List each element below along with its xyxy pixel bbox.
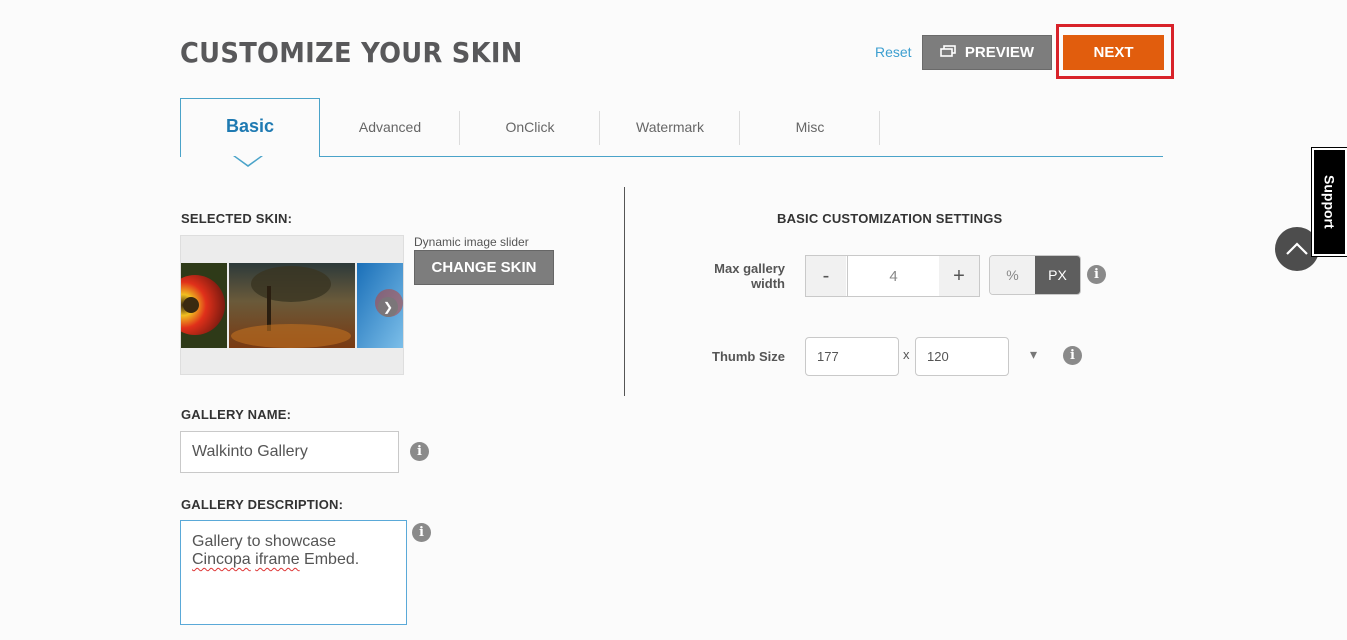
thumb-size-dropdown-arrow-icon[interactable]: ▾ xyxy=(1030,346,1037,363)
preview-icon xyxy=(940,44,956,61)
decrement-button[interactable]: - xyxy=(806,256,846,296)
tab-advanced[interactable]: Advanced xyxy=(320,98,460,156)
label-line: Max gallery xyxy=(714,261,785,276)
next-button[interactable]: NEXT xyxy=(1063,35,1164,70)
basic-settings-heading: BASIC CUSTOMIZATION SETTINGS xyxy=(777,211,1003,226)
unit-px-option[interactable]: PX xyxy=(1035,256,1080,294)
tab-divider xyxy=(879,111,880,145)
gallery-description-label: GALLERY DESCRIPTION: xyxy=(181,497,344,512)
thumb-size-info-icon[interactable]: i xyxy=(1063,346,1082,365)
change-skin-button[interactable]: CHANGE SKIN xyxy=(414,250,554,285)
thumb-size-separator: x xyxy=(903,347,910,362)
column-divider xyxy=(624,187,625,396)
max-gallery-width-label: Max gallery width xyxy=(690,261,785,291)
selected-skin-label: SELECTED SKIN: xyxy=(181,211,293,226)
unit-percent-option[interactable]: % xyxy=(990,256,1035,294)
skin-name: Dynamic image slider xyxy=(414,235,529,249)
description-line: Gallery to showcase xyxy=(192,533,337,550)
gallery-name-label: GALLERY NAME: xyxy=(181,407,292,422)
active-tab-pointer-fill xyxy=(234,155,262,165)
unit-toggle[interactable]: % PX xyxy=(989,255,1081,295)
gallery-name-info-icon[interactable]: i xyxy=(410,442,429,461)
misspelled-word: iframe xyxy=(255,551,300,568)
thumb-size-label: Thumb Size xyxy=(712,349,785,364)
preview-label: PREVIEW xyxy=(964,44,1035,61)
max-width-value[interactable]: 4 xyxy=(847,256,940,296)
increment-button[interactable]: + xyxy=(939,256,979,296)
thumb-width-input[interactable]: 177 xyxy=(805,337,899,376)
gallery-description-info-icon[interactable]: i xyxy=(412,523,431,542)
label-line: width xyxy=(751,276,785,291)
gallery-description-textarea[interactable]: Gallery to showcase Cincopa iframe Embed… xyxy=(180,520,407,625)
skin-preview-image: ❯ xyxy=(180,235,404,375)
thumb-height-input[interactable]: 120 xyxy=(915,337,1009,376)
tab-watermark[interactable]: Watermark xyxy=(600,98,740,156)
tab-basic[interactable]: Basic xyxy=(180,98,320,157)
description-tail: Embed. xyxy=(299,551,360,568)
support-label: Support xyxy=(1321,175,1338,229)
reset-link[interactable]: Reset xyxy=(875,44,912,60)
page-title: CUSTOMIZE YOUR SKIN xyxy=(180,36,523,69)
max-width-stepper[interactable]: - 4 + xyxy=(805,255,980,297)
tabs-underline xyxy=(180,156,1163,157)
tab-onclick[interactable]: OnClick xyxy=(460,98,600,156)
description-line: Cincopa iframe Embed. xyxy=(192,551,395,569)
chevron-up-icon xyxy=(1286,242,1308,255)
preview-button[interactable]: PREVIEW xyxy=(922,35,1052,70)
misspelled-word: Cincopa xyxy=(192,551,251,568)
support-tab[interactable]: Support xyxy=(1311,147,1347,257)
tab-misc[interactable]: Misc xyxy=(740,98,880,156)
gallery-name-input[interactable] xyxy=(180,431,399,473)
max-width-info-icon[interactable]: i xyxy=(1087,265,1106,284)
slider-next-icon: ❯ xyxy=(378,297,398,317)
